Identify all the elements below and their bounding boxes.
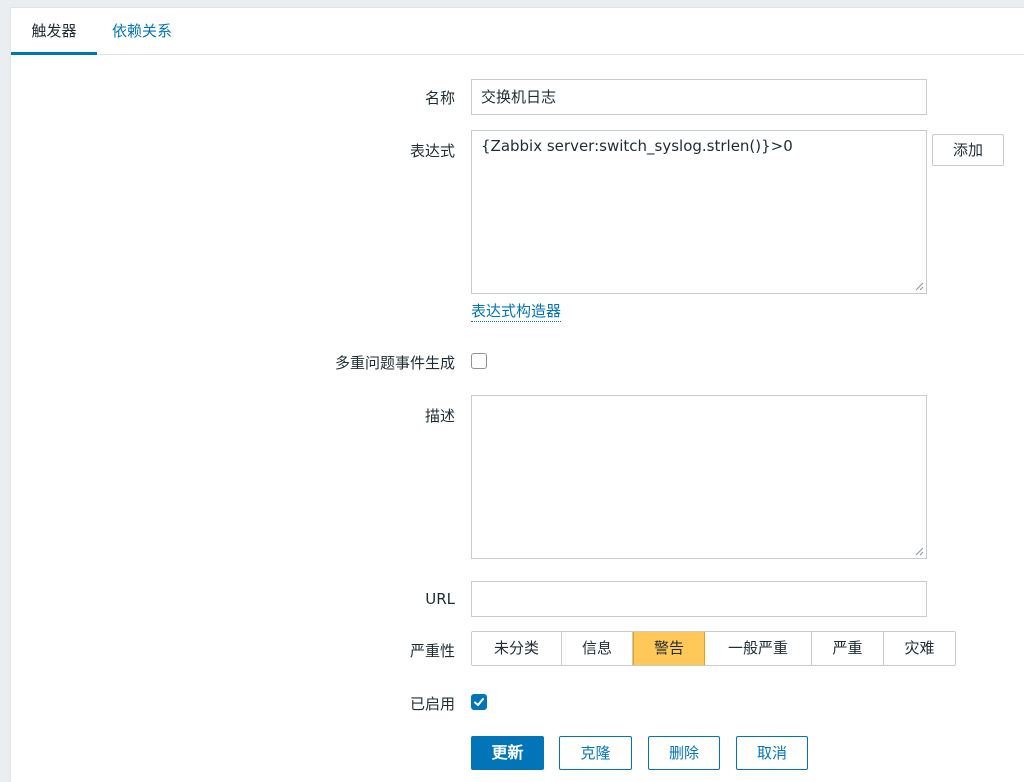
expression-builder-link[interactable]: 表达式构造器 bbox=[471, 301, 562, 322]
tab-dependencies[interactable]: 依赖关系 bbox=[112, 8, 172, 55]
delete-button[interactable]: 删除 bbox=[648, 736, 720, 770]
severity-information[interactable]: 信息 bbox=[562, 632, 633, 665]
name-label: 名称 bbox=[424, 89, 455, 107]
description-label: 描述 bbox=[424, 407, 455, 425]
severity-average[interactable]: 一般严重 bbox=[705, 632, 812, 665]
expression-text: {Zabbix server:switch_syslog.strlen()}>0 bbox=[481, 137, 793, 155]
description-textarea[interactable] bbox=[471, 395, 927, 559]
severity-warning[interactable]: 警告 bbox=[633, 632, 705, 665]
add-expression-button[interactable]: 添加 bbox=[932, 134, 1004, 166]
trigger-form-panel: 触发器 依赖关系 名称 交换机日志 表达式 {Zabbix server:swi… bbox=[10, 7, 1024, 782]
severity-selector: 未分类 信息 警告 一般严重 严重 灾难 bbox=[471, 631, 956, 666]
resize-handle-icon[interactable] bbox=[915, 547, 924, 556]
url-label: URL bbox=[425, 590, 455, 608]
expression-label: 表达式 bbox=[409, 142, 455, 160]
tab-triggers[interactable]: 触发器 bbox=[11, 8, 97, 55]
severity-not-classified[interactable]: 未分类 bbox=[472, 632, 562, 665]
multiple-events-checkbox[interactable] bbox=[471, 353, 487, 369]
update-button[interactable]: 更新 bbox=[471, 736, 544, 770]
name-input[interactable]: 交换机日志 bbox=[471, 79, 927, 115]
cancel-button[interactable]: 取消 bbox=[736, 736, 808, 770]
resize-handle-icon[interactable] bbox=[915, 282, 924, 291]
tab-bar: 触发器 依赖关系 bbox=[11, 8, 1024, 55]
url-input[interactable] bbox=[471, 581, 927, 617]
enabled-label: 已启用 bbox=[409, 695, 455, 713]
severity-high[interactable]: 严重 bbox=[812, 632, 884, 665]
multiple-events-label: 多重问题事件生成 bbox=[334, 354, 455, 372]
severity-disaster[interactable]: 灾难 bbox=[884, 632, 955, 665]
clone-button[interactable]: 克隆 bbox=[559, 736, 632, 770]
expression-textarea[interactable]: {Zabbix server:switch_syslog.strlen()}>0 bbox=[471, 130, 927, 294]
severity-label: 严重性 bbox=[409, 642, 455, 660]
checkmark-icon bbox=[474, 698, 484, 706]
enabled-checkbox[interactable] bbox=[471, 694, 487, 710]
